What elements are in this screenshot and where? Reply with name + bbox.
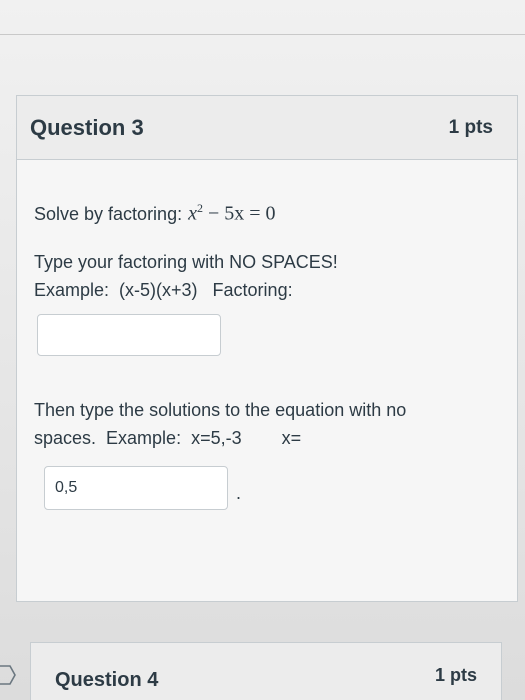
solutions-instruction-line-2: spaces. Example: x=5,-3 x=: [34, 427, 302, 448]
next-question-points: 1 pts: [434, 665, 477, 685]
trailing-period: .: [236, 482, 242, 503]
divider: [0, 34, 525, 35]
factoring-instruction-line-2: Example: (x-5)(x+3) Factoring:: [34, 279, 293, 300]
equation-rest: − 5x = 0: [202, 202, 276, 225]
quiz-page: Question 3 1 pts Solve by factoring: x2 …: [0, 0, 525, 700]
question-title: Question 3: [30, 114, 144, 140]
solutions-instruction-line-1: Then type the solutions to the equation …: [34, 399, 407, 420]
question-points: 1 pts: [448, 116, 493, 138]
factoring-instructions: Type your factoring with NO SPACES! Exam…: [34, 248, 517, 304]
solutions-instructions: Then type the solutions to the equation …: [34, 396, 517, 452]
factoring-input[interactable]: [37, 313, 221, 356]
next-question-title: Question 4: [55, 669, 159, 691]
prompt-equation: x2 − 5x = 0: [188, 194, 275, 228]
question-body: Solve by factoring: x2 − 5x = 0 Type you…: [17, 160, 517, 510]
question-prompt: Solve by factoring: x2 − 5x = 0: [34, 194, 517, 228]
solutions-row: .: [34, 465, 517, 510]
question-card: Question 3 1 pts Solve by factoring: x2 …: [16, 95, 518, 602]
factoring-instruction-line-1: Type your factoring with NO SPACES!: [34, 251, 338, 272]
question-header: Question 3 1 pts: [17, 96, 517, 160]
next-question-card: Question 4 1 pts: [30, 642, 502, 700]
solutions-input[interactable]: [44, 465, 228, 510]
flag-icon[interactable]: [0, 664, 16, 686]
prompt-text: Solve by factoring:: [34, 203, 183, 224]
equation-variable: x: [188, 202, 197, 225]
